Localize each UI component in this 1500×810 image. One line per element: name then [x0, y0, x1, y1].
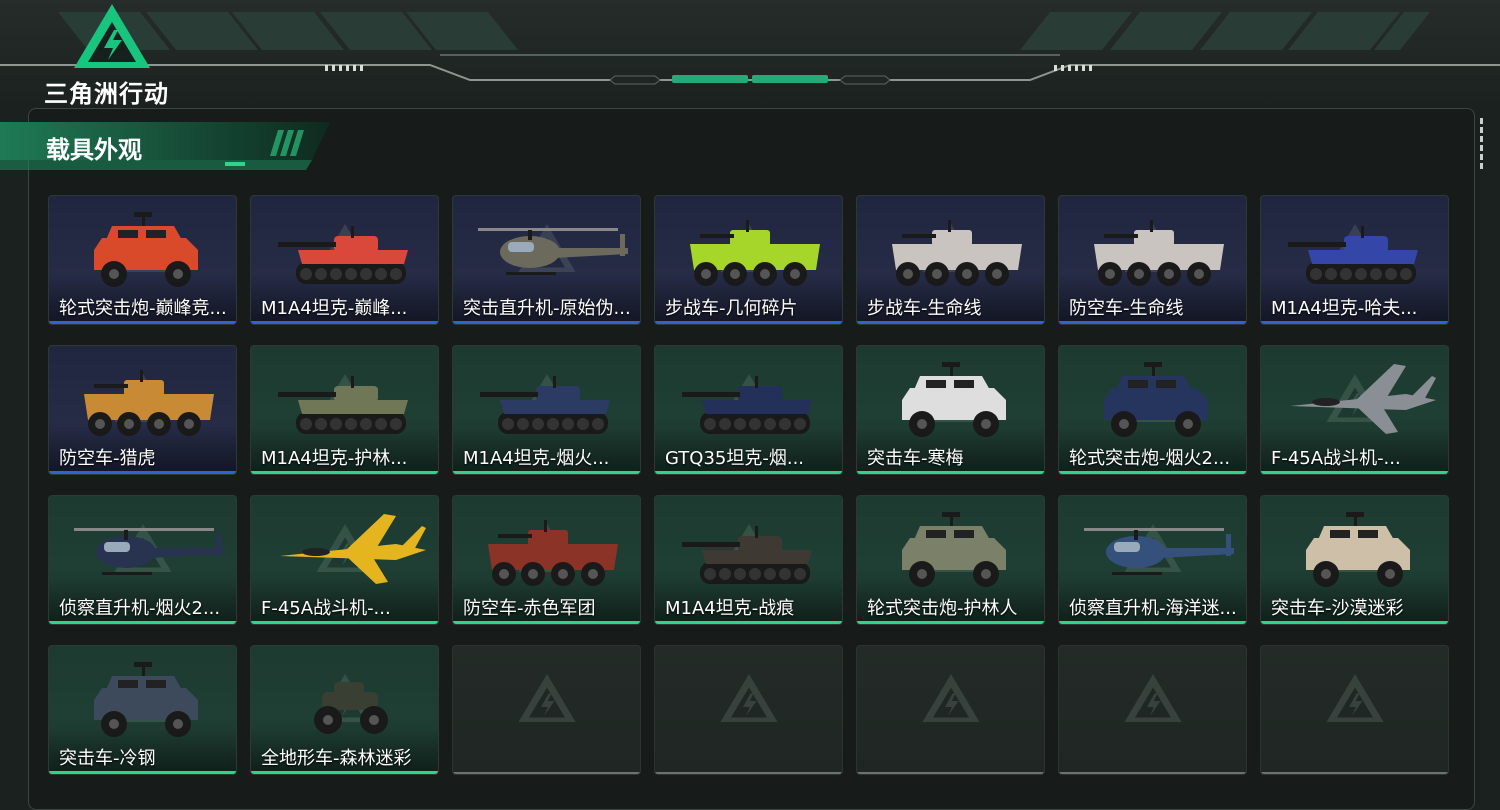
vehicle-skin-name: 防空车-生命线 — [1069, 298, 1184, 319]
vehicle-skin-card[interactable]: F-45A战斗机-... — [250, 495, 439, 625]
rarity-bar — [1059, 321, 1246, 324]
vehicle-skin-card[interactable]: M1A4坦克-烟火... — [452, 345, 641, 475]
rarity-bar — [453, 321, 640, 324]
vehicle-skin-name: F-45A战斗机-... — [261, 598, 391, 619]
rarity-bar — [857, 321, 1044, 324]
vehicle-skin-name: 防空车-赤色军团 — [463, 598, 596, 619]
top-header: 三角洲行动 — [0, 0, 1500, 108]
rarity-bar — [1059, 772, 1246, 774]
rarity-bar — [453, 772, 640, 774]
rarity-bar — [857, 772, 1044, 774]
vehicle-skin-card[interactable]: M1A4坦克-巅峰... — [250, 195, 439, 325]
vehicle-skin-card[interactable]: M1A4坦克-战痕 — [654, 495, 843, 625]
vehicle-skin-card[interactable]: 轮式突击炮-护林人 — [856, 495, 1045, 625]
vehicle-skin-name: M1A4坦克-烟火... — [463, 448, 610, 469]
rarity-bar — [1261, 471, 1448, 474]
vehicle-skin-card[interactable]: 突击直升机-原始伪... — [452, 195, 641, 325]
vehicle-skin-card[interactable]: F-45A战斗机-... — [1260, 345, 1449, 475]
vehicle-skin-card[interactable]: 侦察直升机-烟火2... — [48, 495, 237, 625]
vehicle-skin-card[interactable]: 步战车-生命线 — [856, 195, 1045, 325]
rarity-bar — [251, 621, 438, 624]
rarity-bar — [49, 471, 236, 474]
panel-side-indicator — [1480, 118, 1486, 178]
rarity-bar — [251, 321, 438, 324]
vehicle-skin-grid: 轮式突击炮-巅峰竞... M1A4坦克-巅峰... 突击直升机-原始伪... 步… — [48, 195, 1449, 775]
vehicle-skin-card[interactable]: 防空车-生命线 — [1058, 195, 1247, 325]
vehicle-skin-card[interactable]: 突击车-冷钢 — [48, 645, 237, 775]
vehicle-skin-card[interactable]: 侦察直升机-海洋迷... — [1058, 495, 1247, 625]
triangle-watermark-icon — [1325, 668, 1385, 732]
vehicle-skin-name: M1A4坦克-哈夫... — [1271, 298, 1418, 319]
rarity-bar — [251, 471, 438, 474]
panel-title-tab: 载具外观 — [0, 122, 340, 172]
vehicle-skin-name: 突击车-冷钢 — [59, 748, 156, 769]
rarity-bar — [49, 771, 236, 774]
rarity-bar — [49, 321, 236, 324]
vehicle-skin-card[interactable]: M1A4坦克-哈夫... — [1260, 195, 1449, 325]
empty-skin-slot — [1058, 645, 1247, 775]
vehicle-skin-name: M1A4坦克-巅峰... — [261, 298, 408, 319]
rarity-bar — [1261, 772, 1448, 774]
vehicle-skin-name: 侦察直升机-海洋迷... — [1069, 598, 1237, 619]
rarity-bar — [453, 621, 640, 624]
vehicle-skin-card[interactable]: 轮式突击炮-烟火2... — [1058, 345, 1247, 475]
rarity-bar — [453, 471, 640, 474]
rarity-bar — [857, 621, 1044, 624]
rarity-bar — [857, 471, 1044, 474]
rarity-bar — [251, 771, 438, 774]
vehicle-skin-name: 侦察直升机-烟火2... — [59, 598, 221, 619]
empty-skin-slot — [856, 645, 1045, 775]
vehicle-skin-card[interactable]: 突击车-沙漠迷彩 — [1260, 495, 1449, 625]
vehicle-skin-name: 防空车-猎虎 — [59, 448, 156, 469]
triangle-watermark-icon — [719, 668, 779, 732]
vehicle-skin-name: 全地形车-森林迷彩 — [261, 748, 412, 769]
vehicle-skin-name: F-45A战斗机-... — [1271, 448, 1401, 469]
vehicle-skin-card[interactable]: 防空车-赤色军团 — [452, 495, 641, 625]
vehicle-skin-name: 轮式突击炮-巅峰竞... — [59, 298, 227, 319]
vehicle-skin-card[interactable]: 轮式突击炮-巅峰竞... — [48, 195, 237, 325]
vehicle-skin-card[interactable]: 突击车-寒梅 — [856, 345, 1045, 475]
vehicle-skin-card[interactable]: M1A4坦克-护林... — [250, 345, 439, 475]
rarity-bar — [655, 772, 842, 774]
triangle-watermark-icon — [921, 668, 981, 732]
rarity-bar — [655, 471, 842, 474]
empty-skin-slot — [1260, 645, 1449, 775]
rarity-bar — [1059, 471, 1246, 474]
vehicle-skin-name: 突击车-寒梅 — [867, 448, 964, 469]
vehicle-skin-name: M1A4坦克-战痕 — [665, 598, 795, 619]
triangle-logo-icon — [74, 4, 150, 68]
vehicle-skin-card[interactable]: 全地形车-森林迷彩 — [250, 645, 439, 775]
logo-text: 三角洲行动 — [44, 80, 169, 108]
rarity-bar — [655, 321, 842, 324]
empty-skin-slot — [452, 645, 641, 775]
rarity-bar — [1059, 621, 1246, 624]
vehicle-skin-name: 突击车-沙漠迷彩 — [1271, 598, 1404, 619]
vehicle-skin-name: 步战车-几何碎片 — [665, 298, 798, 319]
vehicle-skin-name: GTQ35坦克-烟... — [665, 448, 805, 469]
vehicle-skin-name: 步战车-生命线 — [867, 298, 982, 319]
vehicle-skin-name: 轮式突击炮-护林人 — [867, 598, 1018, 619]
triangle-watermark-icon — [1123, 668, 1183, 732]
game-logo: 三角洲行动 — [44, 2, 184, 108]
vehicle-skin-card[interactable]: 防空车-猎虎 — [48, 345, 237, 475]
rarity-bar — [1261, 321, 1448, 324]
vehicle-skin-card[interactable]: GTQ35坦克-烟... — [654, 345, 843, 475]
triangle-watermark-icon — [517, 668, 577, 732]
header-decoration — [0, 12, 1500, 85]
panel-title: 载具外观 — [46, 136, 142, 164]
vehicle-skin-name: 轮式突击炮-烟火2... — [1069, 448, 1231, 469]
vehicle-skin-card[interactable]: 步战车-几何碎片 — [654, 195, 843, 325]
vehicle-skin-name: M1A4坦克-护林... — [261, 448, 408, 469]
rarity-bar — [655, 621, 842, 624]
empty-skin-slot — [654, 645, 843, 775]
rarity-bar — [49, 621, 236, 624]
rarity-bar — [1261, 621, 1448, 624]
vehicle-skin-name: 突击直升机-原始伪... — [463, 298, 631, 319]
